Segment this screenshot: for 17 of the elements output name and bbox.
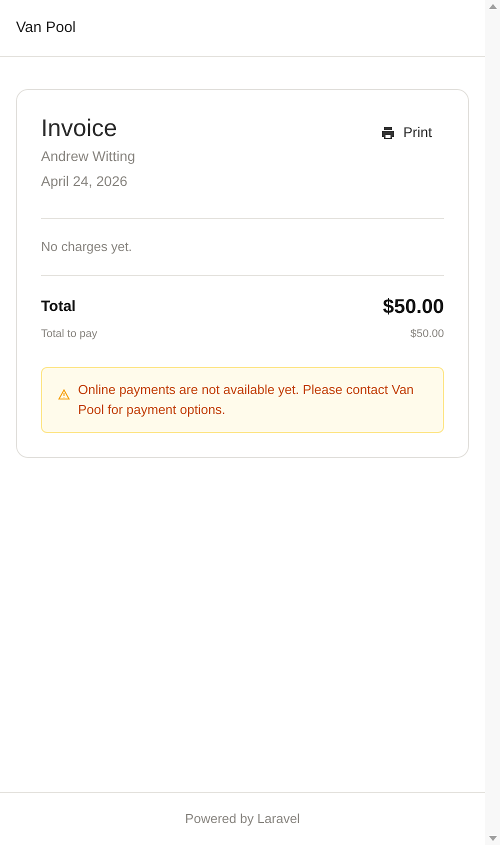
invoice-title: Invoice xyxy=(41,114,118,144)
customer-name: Andrew Witting xyxy=(41,147,136,166)
print-icon xyxy=(381,126,396,140)
empty-message: No charges yet. xyxy=(41,239,132,254)
scrollbar[interactable] xyxy=(485,0,500,845)
print-button[interactable]: Print xyxy=(369,118,444,147)
app-title: Van Pool xyxy=(16,18,76,38)
total-label: Total xyxy=(41,296,76,317)
total-amount: $50.00 xyxy=(382,295,444,320)
scroll-up-icon[interactable] xyxy=(488,4,496,9)
footer-text: Powered by Laravel xyxy=(185,810,300,828)
subtotal-label: Total to pay xyxy=(41,327,98,342)
warning-icon xyxy=(58,388,70,400)
subtotal-amount: $50.00 xyxy=(410,327,444,342)
alert-message: Online payments are not available yet. Please contact Van Pool for payment options. xyxy=(78,380,415,419)
invoice-date: April 24, 2026 xyxy=(41,172,128,191)
scroll-down-icon[interactable] xyxy=(488,836,496,841)
